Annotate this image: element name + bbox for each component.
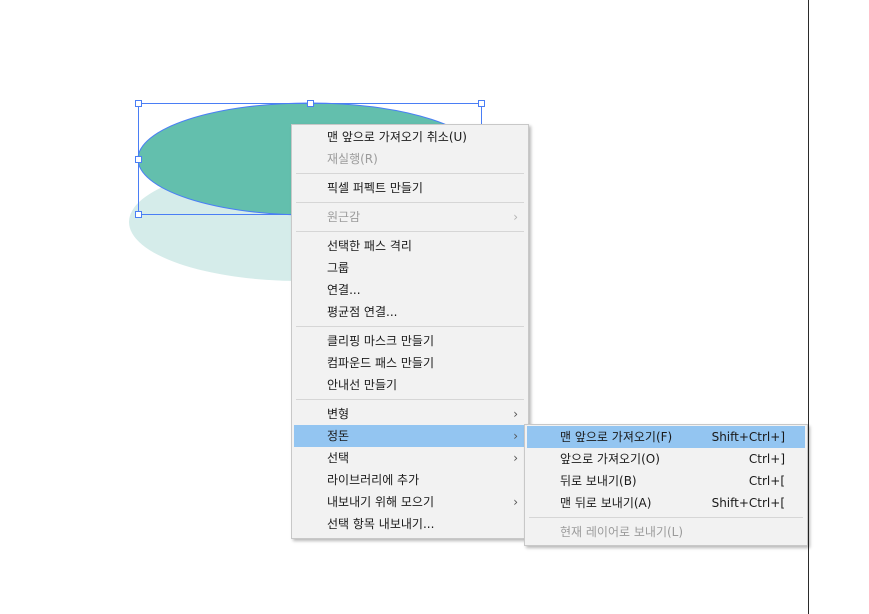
menu-item-shortcut: Ctrl+] <box>748 452 785 466</box>
menu-item-label: 내보내기 위해 모으기 <box>327 495 434 509</box>
menu-item-shortcut: Shift+Ctrl+[ <box>711 496 785 510</box>
menu-separator <box>296 173 524 174</box>
menu-item-label: 컴파운드 패스 만들기 <box>327 356 434 370</box>
arrange-submenu-item-현재-레이어로-보내기: 현재 레이어로 보내기(L) <box>527 521 805 543</box>
menu-item-label: 맨 앞으로 가져오기 취소(U) <box>327 130 467 144</box>
selection-handle[interactable] <box>135 100 142 107</box>
context-menu-item-평균점-연결[interactable]: 평균점 연결... <box>294 301 526 323</box>
context-menu: 맨 앞으로 가져오기 취소(U) 재실행(R) 픽셀 퍼펙트 만들기원근감 › 선택한 … <box>291 124 529 539</box>
context-menu-item-안내선-만들기[interactable]: 안내선 만들기 <box>294 374 526 396</box>
menu-item-label: 변형 <box>327 407 350 421</box>
context-menu-item-컴파운드-패스-만들기[interactable]: 컴파운드 패스 만들기 <box>294 352 526 374</box>
context-menu-item-그룹[interactable]: 그룹 <box>294 257 526 279</box>
chevron-right-icon: › <box>513 451 518 465</box>
context-menu-item-원근감: 원근감 › <box>294 206 526 228</box>
menu-separator <box>296 326 524 327</box>
context-menu-item-변형[interactable]: 변형 › <box>294 403 526 425</box>
arrange-submenu-item-맨-앞으로-가져오기[interactable]: 맨 앞으로 가져오기(F) Shift+Ctrl+] <box>527 426 805 448</box>
arrange-submenu: 맨 앞으로 가져오기(F) Shift+Ctrl+] 앞으로 가져오기(O) Ctrl… <box>524 424 808 546</box>
menu-item-shortcut: Ctrl+[ <box>748 474 785 488</box>
chevron-right-icon: › <box>513 429 518 443</box>
context-menu-item-맨-앞으로-가져오기-취소[interactable]: 맨 앞으로 가져오기 취소(U) <box>294 126 526 148</box>
context-menu-item-선택한-패스-격리[interactable]: 선택한 패스 격리 <box>294 235 526 257</box>
menu-item-label: 평균점 연결... <box>327 305 398 319</box>
context-menu-item-클리핑-마스크-만들기[interactable]: 클리핑 마스크 만들기 <box>294 330 526 352</box>
chevron-right-icon: › <box>513 495 518 509</box>
arrange-submenu-item-뒤로-보내기[interactable]: 뒤로 보내기(B) Ctrl+[ <box>527 470 805 492</box>
menu-item-label: 뒤로 보내기(B) <box>560 474 637 488</box>
menu-item-label: 라이브러리에 추가 <box>327 473 420 487</box>
menu-item-label: 선택 <box>327 451 350 465</box>
menu-item-label: 픽셀 퍼펙트 만들기 <box>327 181 423 195</box>
context-menu-item-선택[interactable]: 선택 › <box>294 447 526 469</box>
selection-handle[interactable] <box>307 100 314 107</box>
menu-separator <box>296 202 524 203</box>
menu-item-label: 선택한 패스 격리 <box>327 239 412 253</box>
menu-item-label: 맨 앞으로 가져오기(F) <box>560 430 673 444</box>
selection-handle[interactable] <box>478 100 485 107</box>
context-menu-item-라이브러리에-추가[interactable]: 라이브러리에 추가 <box>294 469 526 491</box>
menu-item-label: 클리핑 마스크 만들기 <box>327 334 434 348</box>
menu-item-label: 그룹 <box>327 261 350 275</box>
chevron-right-icon: › <box>513 407 518 421</box>
menu-item-label: 안내선 만들기 <box>327 378 398 392</box>
context-menu-item-연결[interactable]: 연결... <box>294 279 526 301</box>
arrange-submenu-item-앞으로-가져오기[interactable]: 앞으로 가져오기(O) Ctrl+] <box>527 448 805 470</box>
menu-separator <box>296 231 524 232</box>
menu-item-label: 정돈 <box>327 429 350 443</box>
menu-item-label: 연결... <box>327 283 361 297</box>
selection-handle[interactable] <box>135 211 142 218</box>
context-menu-item-선택-항목-내보내기[interactable]: 선택 항목 내보내기... <box>294 513 526 535</box>
menu-item-label: 앞으로 가져오기(O) <box>560 452 660 466</box>
context-menu-item-픽셀-퍼펙트-만들기[interactable]: 픽셀 퍼펙트 만들기 <box>294 177 526 199</box>
menu-item-label: 원근감 <box>327 210 361 224</box>
chevron-right-icon: › <box>513 210 518 224</box>
menu-item-shortcut: Shift+Ctrl+] <box>711 430 785 444</box>
arrange-submenu-item-맨-뒤로-보내기[interactable]: 맨 뒤로 보내기(A) Shift+Ctrl+[ <box>527 492 805 514</box>
context-menu-item-재실행: 재실행(R) <box>294 148 526 170</box>
menu-separator <box>529 517 803 518</box>
menu-item-label: 현재 레이어로 보내기(L) <box>560 525 684 539</box>
selection-handle[interactable] <box>135 156 142 163</box>
artboard-edge <box>808 0 809 614</box>
context-menu-item-정돈[interactable]: 정돈 › <box>294 425 526 447</box>
menu-item-label: 맨 뒤로 보내기(A) <box>560 496 652 510</box>
menu-item-label: 선택 항목 내보내기... <box>327 517 435 531</box>
menu-item-label: 재실행(R) <box>327 152 378 166</box>
context-menu-item-내보내기-위해-모으기[interactable]: 내보내기 위해 모으기 › <box>294 491 526 513</box>
menu-separator <box>296 399 524 400</box>
